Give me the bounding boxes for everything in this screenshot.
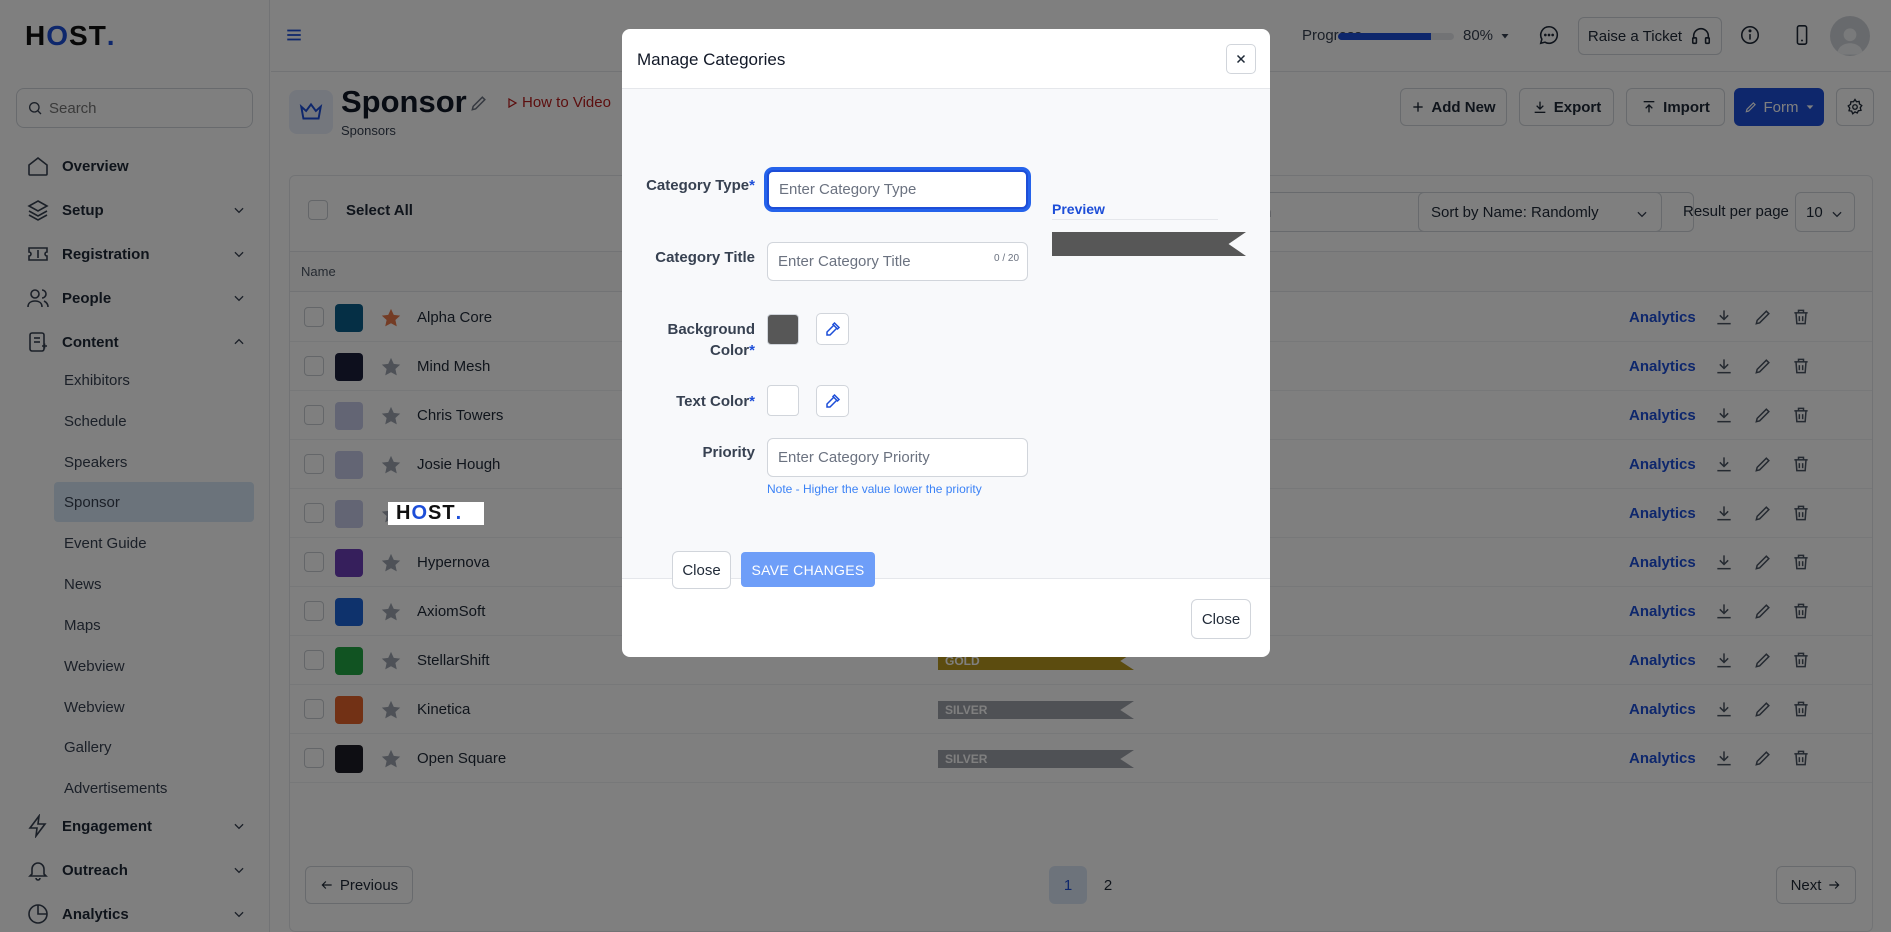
save-changes-label: SAVE CHANGES bbox=[751, 561, 865, 578]
background-color-label-text: Background Color bbox=[667, 321, 755, 359]
text-color-label: Text Color* bbox=[676, 393, 755, 410]
category-type-label-text: Category Type bbox=[646, 177, 750, 194]
eyedropper-icon bbox=[825, 393, 840, 408]
modal-header: Manage Categories bbox=[622, 29, 1270, 89]
category-type-label: Category Type* bbox=[646, 177, 755, 194]
eyedropper-icon bbox=[825, 321, 840, 336]
modal-title: Manage Categories bbox=[637, 50, 786, 69]
text-color-label-text: Text Color bbox=[676, 393, 750, 410]
text-color-picker-button[interactable] bbox=[816, 385, 849, 417]
close-icon bbox=[1236, 54, 1246, 64]
background-color-label: Background Color* bbox=[667, 321, 755, 359]
category-title-counter: 0 / 20 bbox=[994, 253, 1020, 264]
category-title-label: Category Title bbox=[655, 249, 755, 266]
modal-close-x-button[interactable] bbox=[1226, 44, 1256, 74]
priority-note: Note - Higher the value lower the priori… bbox=[767, 482, 982, 496]
background-color-swatch[interactable] bbox=[767, 314, 799, 345]
priority-label: Priority bbox=[702, 444, 755, 461]
close-button[interactable]: Close bbox=[672, 551, 731, 589]
text-color-swatch[interactable] bbox=[767, 385, 799, 416]
background-color-picker-button[interactable] bbox=[816, 313, 849, 345]
close-label: Close bbox=[682, 561, 721, 579]
category-preview-tag bbox=[1052, 232, 1246, 256]
category-type-input[interactable] bbox=[767, 170, 1028, 209]
footer-close-button[interactable]: Close bbox=[1191, 599, 1251, 639]
priority-input[interactable] bbox=[767, 438, 1028, 477]
preview-divider bbox=[1052, 219, 1218, 220]
category-title-input[interactable] bbox=[767, 242, 1028, 281]
preview-label: Preview bbox=[1052, 201, 1105, 217]
modal-body: Category Type* Category Title 0 / 20 Bac… bbox=[622, 89, 1270, 589]
manage-categories-modal: Manage Categories Category Type* Categor… bbox=[622, 29, 1270, 657]
footer-close-label: Close bbox=[1201, 610, 1241, 628]
save-changes-button[interactable]: SAVE CHANGES bbox=[741, 552, 875, 587]
host-logo-watermark: H O ST. bbox=[388, 502, 484, 525]
